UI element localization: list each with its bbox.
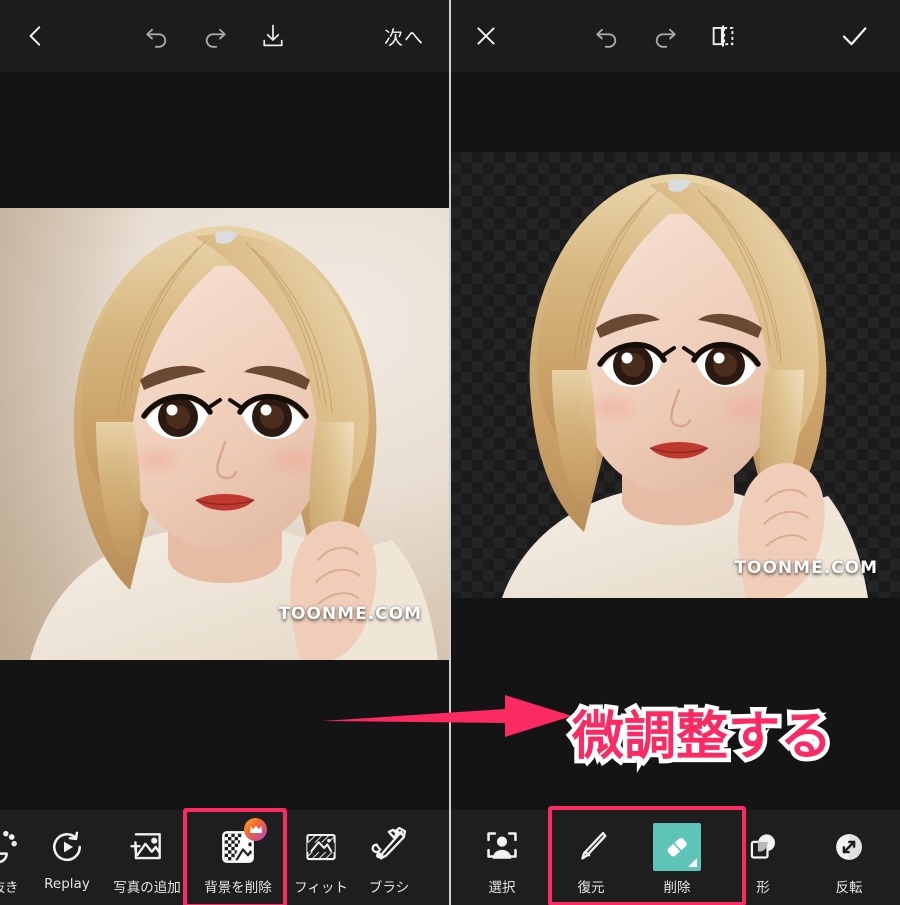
- right-arrow-annotation: [322, 695, 572, 737]
- check-icon: [842, 27, 867, 46]
- restore-brush-icon: [572, 824, 610, 870]
- fit-icon: [302, 824, 340, 870]
- toolbar-label: 抜き: [0, 880, 19, 896]
- annotation-label: 微調整する: [572, 707, 833, 767]
- toolbar-item-restore[interactable]: 復元: [548, 810, 634, 905]
- toolbar-item-brush[interactable]: ブラシ: [354, 810, 424, 905]
- toolbar-label: Replay: [44, 876, 90, 892]
- annotation-text: 微調整する 微調整する: [567, 703, 836, 772]
- toolbar-item-replay[interactable]: Replay: [28, 810, 106, 905]
- redo-button[interactable]: [186, 0, 244, 72]
- size-corner-indicator: [688, 858, 697, 867]
- undo-button[interactable]: [578, 0, 636, 72]
- shape-icon: [745, 824, 781, 870]
- toolbar-item-select[interactable]: 選択: [456, 810, 548, 905]
- toolbar-item-invert[interactable]: 反転: [806, 810, 892, 905]
- toolbar-label: 削除: [663, 880, 691, 896]
- eraser-icon: [653, 823, 701, 871]
- app-screen: 次へ TOONME.COM き Replay 写真の追加 背景を削除 フィット …: [0, 0, 900, 905]
- right-toolbar: 選択 復元 削除 形 反転: [450, 810, 900, 905]
- redo-icon: [205, 28, 226, 48]
- toolbar-item-erase[interactable]: 削除: [634, 810, 720, 905]
- toolbar-item-shape[interactable]: 形: [720, 810, 806, 905]
- back-button[interactable]: [0, 0, 72, 72]
- toolbar-item-fit[interactable]: フィット: [288, 810, 354, 905]
- cutout-icon: [0, 824, 25, 870]
- close-button[interactable]: [450, 0, 522, 72]
- eraser-selected-tile: [653, 823, 701, 871]
- redo-button[interactable]: [636, 0, 694, 72]
- toolbar-label: フィット: [294, 880, 348, 896]
- add-photo-icon: [128, 824, 166, 870]
- right-panel: TOONME.COM 選択 復元 削除 形 反転: [450, 0, 900, 905]
- watermark: TOONME.COM: [734, 558, 878, 578]
- crown-icon: [244, 818, 267, 841]
- toolbar-item-remove-background[interactable]: 背景を削除: [188, 810, 288, 905]
- undo-icon: [146, 28, 167, 48]
- download-button[interactable]: [244, 0, 302, 72]
- panel-divider: [449, 0, 451, 905]
- toolbar-label: 写真の追加: [113, 880, 181, 896]
- confirm-button[interactable]: [808, 0, 900, 72]
- portrait-cutout-illustration: [502, 174, 868, 598]
- next-label: 次へ: [383, 27, 424, 49]
- compare-button[interactable]: [694, 0, 752, 72]
- close-icon: [477, 27, 495, 45]
- left-toolbar: 抜き Replay: [0, 810, 450, 905]
- next-button[interactable]: 次へ: [358, 0, 450, 72]
- toolbar-item-cutout[interactable]: 抜き: [0, 810, 28, 905]
- toolbar-label: 背景を削除: [204, 880, 272, 896]
- brush-icon: [369, 824, 409, 870]
- watermark: TOONME.COM: [278, 604, 422, 624]
- toolbar-label: 反転: [835, 880, 863, 896]
- replay-icon: [49, 824, 85, 870]
- portrait-illustration: [30, 226, 438, 660]
- toolbar-label: 復元: [577, 880, 605, 896]
- toolbar-label: 形: [756, 880, 770, 896]
- redo-icon: [655, 28, 676, 48]
- download-icon: [263, 24, 283, 47]
- left-panel: 次へ TOONME.COM き Replay 写真の追加 背景を削除 フィット …: [0, 0, 450, 905]
- right-topbar: [450, 0, 900, 72]
- chevron-left-icon: [29, 26, 41, 46]
- left-photo-stage[interactable]: TOONME.COM: [0, 208, 450, 660]
- invert-icon: [831, 824, 867, 870]
- toolbar-label: 選択: [488, 880, 516, 896]
- select-subject-icon: [483, 824, 521, 870]
- left-topbar: 次へ: [0, 0, 450, 72]
- right-photo-stage[interactable]: TOONME.COM: [450, 152, 900, 598]
- remove-bg-icon: [218, 818, 267, 870]
- undo-icon: [596, 28, 617, 48]
- compare-split-icon: [712, 25, 734, 47]
- toolbar-label: ブラシ: [368, 880, 410, 896]
- toolbar-item-add-photo[interactable]: 写真の追加: [106, 810, 188, 905]
- undo-button[interactable]: [128, 0, 186, 72]
